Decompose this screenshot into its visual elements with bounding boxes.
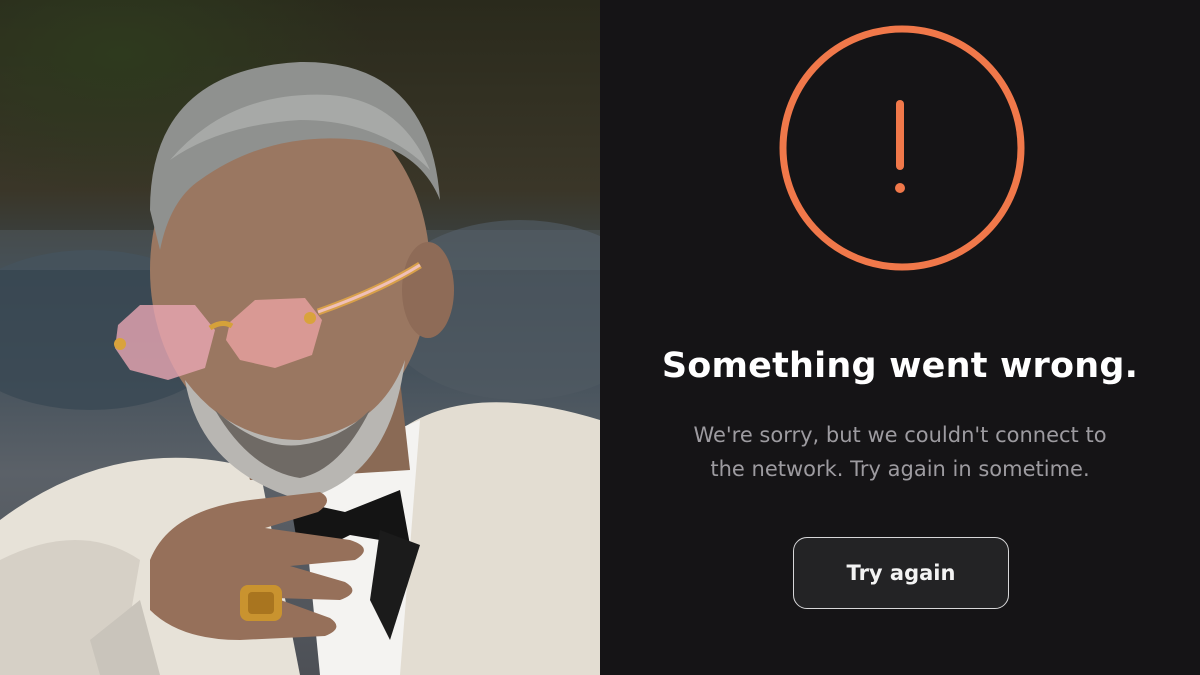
hero-photo (0, 0, 600, 675)
person-illustration (0, 61, 600, 675)
error-message-line-2: the network. Try again in sometime. (710, 457, 1090, 481)
alert-circle-icon (779, 25, 1025, 271)
try-again-button[interactable]: Try again (793, 537, 1009, 609)
error-message-line-1: We're sorry, but we couldn't connect to (693, 423, 1107, 447)
screen: Something went wrong. We're sorry, but w… (0, 0, 1200, 675)
error-message: We're sorry, but we couldn't connect to … (660, 418, 1140, 486)
error-title: Something went wrong. (661, 346, 1139, 386)
error-panel: Something went wrong. We're sorry, but w… (600, 0, 1200, 675)
